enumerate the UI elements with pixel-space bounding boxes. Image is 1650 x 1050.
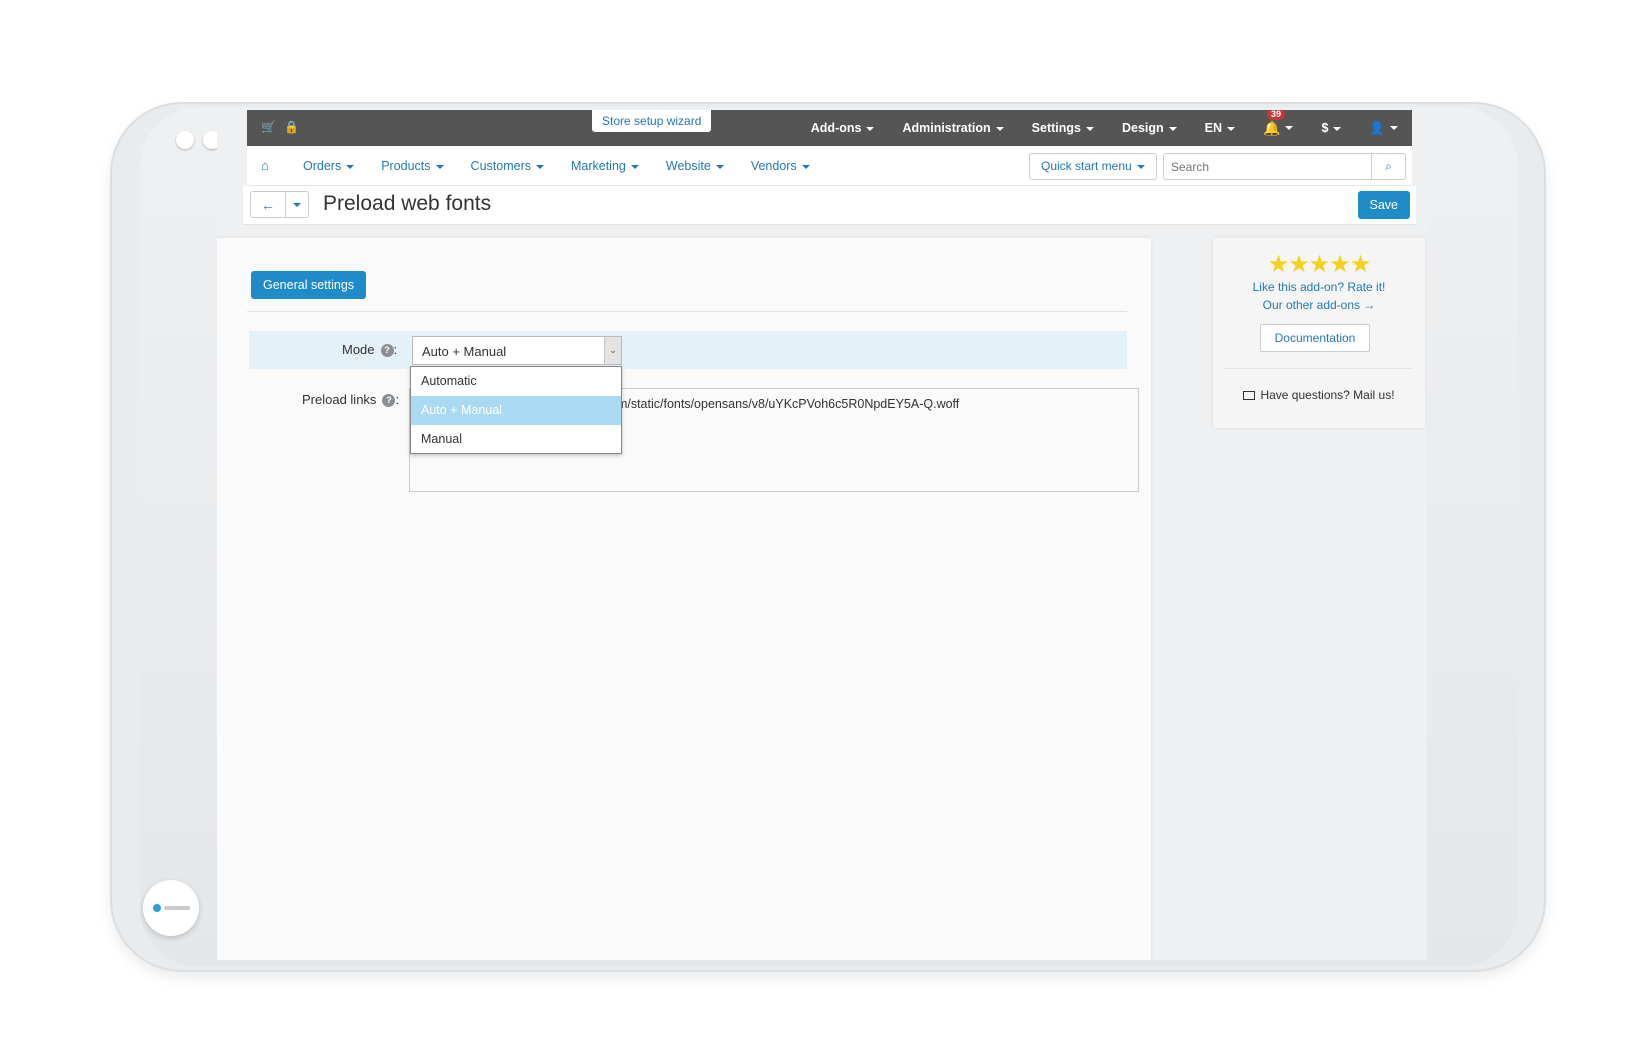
language-selector[interactable]: EN	[1205, 121, 1236, 135]
notifications-button[interactable]: 🔔 39	[1263, 110, 1294, 137]
user-menu[interactable]: 👤	[1369, 121, 1398, 136]
divider	[247, 311, 1127, 312]
mode-option-auto-manual[interactable]: Auto + Manual	[411, 396, 621, 425]
top-bar: 🛒 🔒 Store setup wizard Add-ons Administr…	[247, 110, 1412, 146]
nav-marketing[interactable]: Marketing	[571, 159, 639, 173]
nav-products[interactable]: Products	[381, 159, 444, 173]
topnav-addons[interactable]: Add-ons	[811, 121, 875, 135]
back-arrow-icon[interactable]: ←	[250, 191, 286, 218]
mode-option-manual[interactable]: Manual	[411, 425, 621, 454]
topnav-design[interactable]: Design	[1122, 121, 1177, 135]
store-setup-wizard-button[interactable]: Store setup wizard	[592, 110, 712, 132]
documentation-button[interactable]: Documentation	[1260, 324, 1370, 352]
top-nav: Add-ons Administration Settings Design E…	[783, 110, 1398, 146]
home-icon[interactable]: ⌂	[261, 158, 269, 173]
lock-icon[interactable]: 🔒	[284, 120, 299, 134]
chevron-down-icon: ⌄	[604, 337, 621, 364]
preload-links-label: Preload links?:	[302, 392, 400, 408]
help-icon[interactable]: ?	[380, 344, 394, 358]
addon-info-panel: ★★★★★ Like this add-on? Rate it! Our oth…	[1213, 238, 1425, 428]
topnav-settings[interactable]: Settings	[1032, 121, 1094, 135]
save-button[interactable]: Save	[1357, 191, 1410, 219]
rate-addon-link[interactable]: Like this add-on? Rate it!	[1213, 280, 1425, 294]
demo-store-logo	[152, 904, 190, 912]
quick-start-menu-button[interactable]: Quick start menu	[1029, 153, 1157, 180]
nav-orders[interactable]: Orders	[303, 159, 355, 173]
help-icon[interactable]: ?	[382, 394, 396, 408]
back-dropdown-button[interactable]	[285, 191, 309, 218]
user-icon: 👤	[1369, 120, 1385, 135]
mode-option-automatic[interactable]: Automatic	[411, 367, 621, 396]
divider	[1225, 368, 1413, 369]
topnav-administration[interactable]: Administration	[902, 121, 1004, 135]
nav-website[interactable]: Website	[666, 159, 724, 173]
search-icon[interactable]: ⌕	[1371, 154, 1405, 179]
search-input[interactable]	[1164, 154, 1369, 179]
currency-selector[interactable]: $	[1321, 121, 1342, 135]
mode-select[interactable]: Auto + Manual ⌄	[412, 336, 622, 365]
nav-vendors[interactable]: Vendors	[751, 159, 810, 173]
mode-label: Mode?:	[342, 342, 398, 358]
app-screen: 🛒 🔒 Store setup wizard Add-ons Administr…	[217, 110, 1427, 960]
mail-us-link[interactable]: Have questions? Mail us!	[1213, 388, 1425, 402]
window-dot	[176, 131, 194, 149]
nav-customers[interactable]: Customers	[471, 159, 544, 173]
settings-panel: General settings Mode?: Auto + Manual ⌄ …	[217, 238, 1151, 960]
rating-stars[interactable]: ★★★★★	[1213, 250, 1425, 279]
main-nav: ⌂ Orders Products Customers Marketing We…	[247, 146, 1412, 186]
page-header: ← Preload web fonts Save	[243, 186, 1416, 225]
bell-icon: 🔔	[1263, 119, 1281, 136]
mode-dropdown-list: Automatic Auto + Manual Manual	[410, 366, 622, 454]
notification-badge: 39	[1267, 110, 1286, 120]
tab-general-settings[interactable]: General settings	[251, 271, 367, 299]
envelope-icon	[1243, 391, 1256, 400]
search-box: ⌕	[1163, 153, 1406, 180]
page-title: Preload web fonts	[323, 192, 492, 215]
other-addons-link[interactable]: Our other add-ons →	[1213, 298, 1425, 312]
cart-icon[interactable]: 🛒	[261, 120, 276, 134]
home-button[interactable]	[143, 880, 199, 936]
